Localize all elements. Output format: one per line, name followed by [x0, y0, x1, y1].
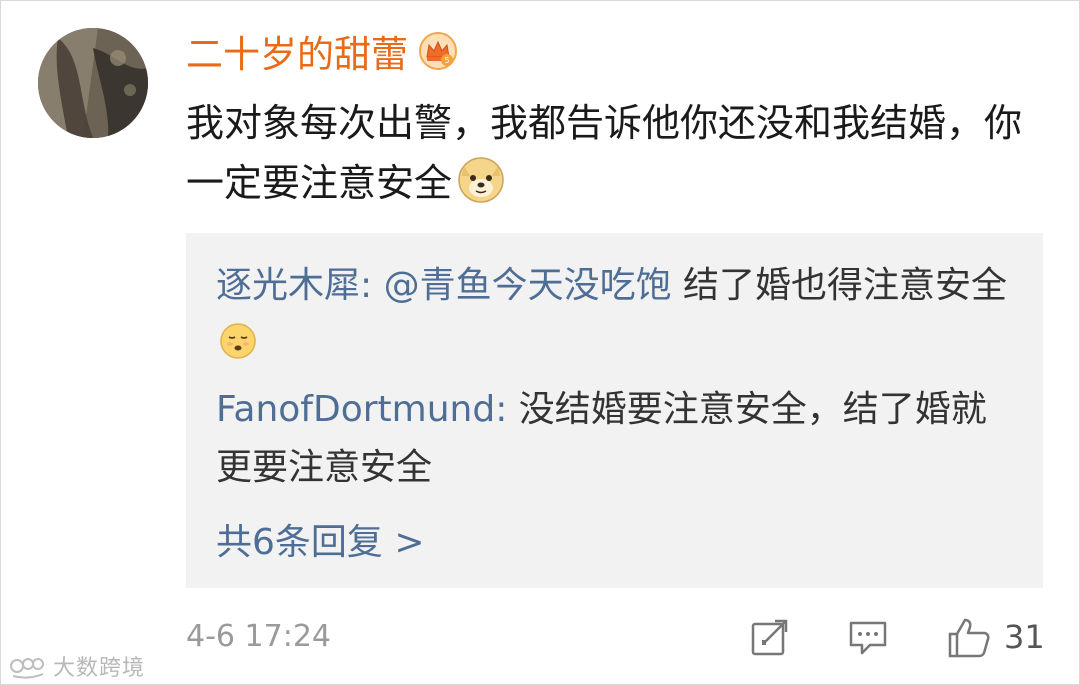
- reply-item: FanofDortmund: 没结婚要注意安全，结了婚就更要注意安全: [216, 381, 1016, 497]
- watermark-logo-icon: [10, 658, 44, 679]
- sad-face-emoji-icon: [218, 321, 258, 361]
- reply-separator: :: [360, 265, 384, 306]
- comment-icon: [846, 615, 890, 659]
- svg-text:5: 5: [444, 56, 449, 65]
- timestamp: 4-6 17:24: [186, 619, 331, 654]
- thumbs-up-icon: [946, 614, 992, 660]
- comment-text-block: 我对象每次出警，我都告诉他你还没和我结婚，你一定要注意安全: [186, 93, 1026, 213]
- reply-author[interactable]: FanofDortmund: [216, 389, 495, 430]
- comment-button[interactable]: [846, 613, 890, 661]
- watermark-text: 大数跨境: [53, 656, 146, 681]
- repost-icon: [749, 616, 791, 658]
- avatar[interactable]: [38, 28, 148, 138]
- like-count: 31: [1004, 618, 1045, 656]
- username[interactable]: 二十岁的甜蕾: [186, 24, 408, 78]
- replies-panel: 逐光木犀: @青鱼今天没吃饱 结了婚也得注意安全 FanofDortmund: …: [186, 233, 1043, 588]
- doge-emoji-icon: [456, 154, 506, 204]
- watermark: 大数跨境: [9, 649, 145, 683]
- reply-text: 结了婚也得注意安全: [671, 265, 1008, 306]
- more-replies-link[interactable]: 共6条回复 >: [216, 521, 425, 565]
- reply-mention[interactable]: @青鱼今天没吃饱: [384, 265, 672, 306]
- crown-badge-icon: 5: [418, 31, 458, 71]
- username-row: 二十岁的甜蕾 5: [186, 24, 458, 78]
- repost-button[interactable]: [749, 613, 791, 661]
- comment-text: 我对象每次出警，我都告诉他你还没和我结婚，你一定要注意安全: [186, 101, 1023, 205]
- reply-author[interactable]: 逐光木犀: [216, 265, 360, 306]
- comment-card: 二十岁的甜蕾 5 我对象每次出警，我都告诉他你还没和我结婚，你一定要注意安全 逐…: [0, 0, 1080, 685]
- reply-separator: :: [495, 389, 519, 430]
- like-button[interactable]: 31: [946, 613, 1045, 661]
- reply-item: 逐光木犀: @青鱼今天没吃饱 结了婚也得注意安全: [216, 257, 1016, 373]
